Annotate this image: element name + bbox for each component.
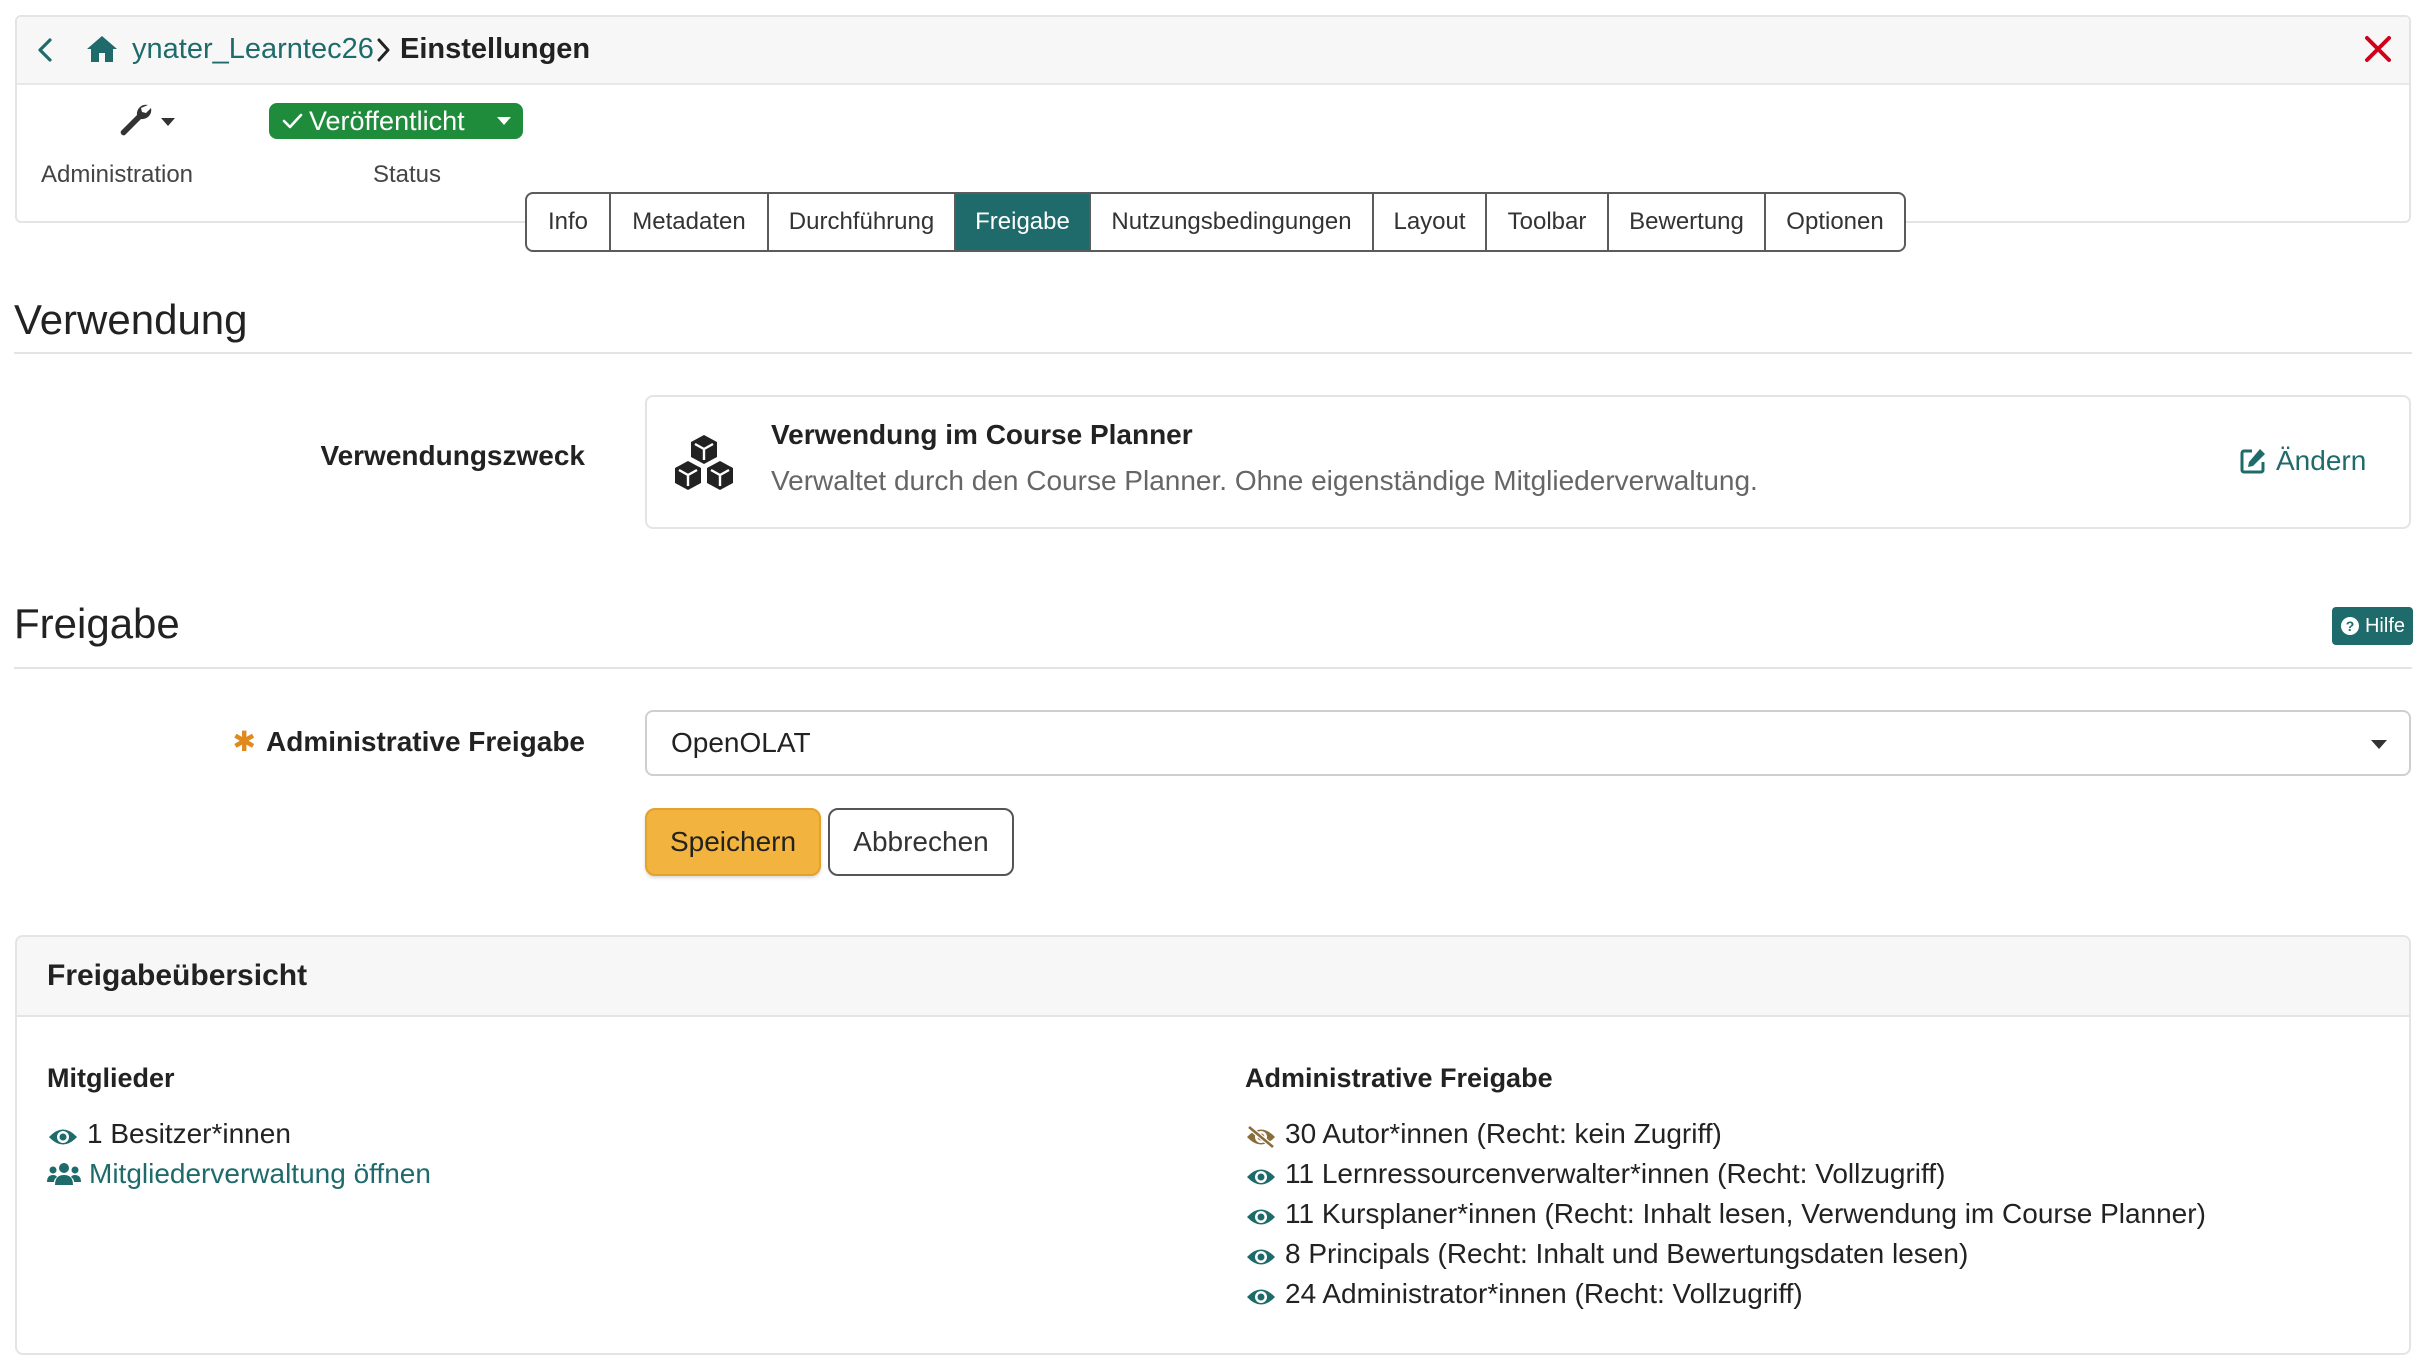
release-overview-panel: Freigabeübersicht Mitglieder 1 Besitzer*… — [15, 935, 2411, 1355]
breadcrumb-current: Einstellungen — [400, 33, 591, 65]
cancel-button[interactable]: Abbrechen — [828, 808, 1014, 876]
admin-release-item-text: 24 Administrator*innen (Recht: Vollzugri… — [1285, 1278, 1803, 1309]
release-section-title: Freigabe — [14, 600, 180, 647]
edit-icon — [2238, 446, 2268, 476]
members-management-label: Mitgliederverwaltung öffnen — [89, 1158, 431, 1189]
cubes-icon — [671, 433, 737, 493]
chevron-down-icon — [495, 114, 513, 128]
tab-bewertung[interactable]: Bewertung — [1609, 194, 1766, 250]
members-owners: 1 Besitzer*innen — [47, 1114, 291, 1154]
status-value: Veröffentlicht — [309, 105, 465, 136]
svg-text:?: ? — [2346, 618, 2355, 634]
home-icon[interactable] — [85, 33, 119, 65]
settings-tabs: Info Metadaten Durchführung Freigabe Nut… — [525, 192, 1906, 252]
tab-toolbar[interactable]: Toolbar — [1487, 194, 1609, 250]
tab-nutzungsbedingungen[interactable]: Nutzungsbedingungen — [1091, 194, 1374, 250]
usage-card-description: Verwaltet durch den Course Planner. Ohne… — [771, 465, 1758, 496]
status-dropdown[interactable]: Veröffentlicht — [269, 103, 523, 139]
usage-card: Verwendung im Course Planner Verwaltet d… — [645, 395, 2411, 529]
release-overview-header: Freigabeübersicht — [17, 937, 2409, 1017]
admin-release-item-text: 8 Principals (Recht: Inhalt und Bewertun… — [1285, 1238, 1969, 1269]
administrative-release-label-text: Administrative Freigabe — [266, 725, 585, 757]
required-marker: ✱ — [232, 726, 257, 757]
administrative-release-value: OpenOLAT — [671, 727, 811, 758]
eye-icon — [1245, 1283, 1277, 1305]
close-icon[interactable] — [2362, 33, 2394, 65]
save-button[interactable]: Speichern — [645, 808, 821, 876]
divider — [14, 352, 2412, 354]
usage-section-title: Verwendung — [14, 296, 248, 343]
chevron-down-icon — [159, 115, 177, 129]
members-title: Mitglieder — [47, 1063, 175, 1093]
eye-slash-icon — [1245, 1123, 1277, 1149]
release-overview-title: Freigabeübersicht — [47, 959, 308, 992]
chevron-down-icon — [2369, 737, 2389, 751]
eye-icon — [1245, 1163, 1277, 1185]
wrench-icon — [115, 99, 155, 139]
usage-field-label: Verwendungszweck — [320, 440, 585, 471]
administrative-release-select[interactable]: OpenOLAT — [645, 710, 2411, 776]
question-circle-icon: ? — [2340, 616, 2360, 636]
admin-release-item-text: 30 Autor*innen (Recht: kein Zugriff) — [1285, 1118, 1722, 1149]
status-label: Status — [372, 161, 442, 188]
members-management-link[interactable]: Mitgliederverwaltung öffnen — [47, 1154, 431, 1194]
help-label: Hilfe — [2364, 614, 2405, 637]
tab-freigabe[interactable]: Freigabe — [956, 194, 1091, 250]
administration-menu[interactable]: Administration — [27, 99, 207, 189]
check-icon — [281, 110, 303, 132]
eye-icon — [1245, 1243, 1277, 1265]
breadcrumb-bar: ynater_Learntec26 Einstellungen — [17, 17, 2409, 85]
help-button[interactable]: ? Hilfe — [2332, 607, 2413, 645]
tab-durchfuehrung[interactable]: Durchführung — [769, 194, 956, 250]
admin-release-item: 8 Principals (Recht: Inhalt und Bewertun… — [1245, 1234, 1968, 1274]
admin-release-item-text: 11 Kursplaner*innen (Recht: Inhalt lesen… — [1285, 1198, 2206, 1229]
breadcrumb-course-link[interactable]: ynater_Learntec26 — [132, 33, 374, 66]
divider — [14, 667, 2412, 669]
eye-icon — [1245, 1203, 1277, 1225]
back-chevron-icon[interactable] — [31, 35, 61, 65]
admin-release-item-text: 11 Lernressourcenverwalter*innen (Recht:… — [1285, 1158, 1946, 1189]
usage-card-title: Verwendung im Course Planner — [771, 419, 1193, 450]
administration-label: Administration — [40, 161, 194, 188]
admin-release-title: Administrative Freigabe — [1245, 1063, 1553, 1093]
change-label: Ändern — [2276, 445, 2367, 476]
administrative-release-label: ✱ Administrative Freigabe — [100, 725, 585, 758]
change-usage-link[interactable]: Ändern — [2238, 445, 2366, 477]
admin-release-item: 11 Kursplaner*innen (Recht: Inhalt lesen… — [1245, 1194, 2206, 1234]
tab-layout[interactable]: Layout — [1374, 194, 1487, 250]
breadcrumb-separator-icon — [372, 36, 394, 64]
admin-release-item: 30 Autor*innen (Recht: kein Zugriff) — [1245, 1114, 1722, 1154]
tab-info[interactable]: Info — [527, 194, 611, 250]
members-owners-text: 1 Besitzer*innen — [87, 1118, 291, 1149]
users-icon — [47, 1161, 81, 1187]
admin-release-item: 11 Lernressourcenverwalter*innen (Recht:… — [1245, 1154, 1945, 1194]
eye-icon — [47, 1123, 79, 1145]
tab-metadaten[interactable]: Metadaten — [611, 194, 769, 250]
admin-release-item: 24 Administrator*innen (Recht: Vollzugri… — [1245, 1274, 1803, 1314]
tab-optionen[interactable]: Optionen — [1766, 194, 1904, 250]
